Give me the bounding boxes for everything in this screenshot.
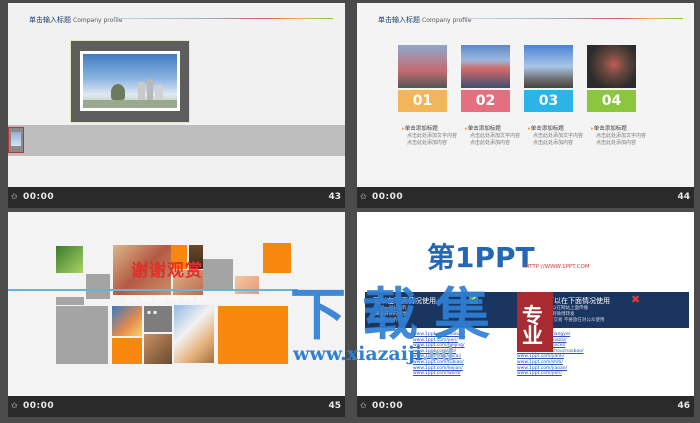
slide-number: 43 (328, 192, 341, 202)
card-photo (461, 45, 510, 88)
mosaic-photo (235, 276, 259, 294)
mosaic-tile (218, 306, 288, 364)
card-photo (587, 45, 636, 88)
slide-footer: ✩ 00:00 43 (8, 187, 345, 208)
seal-stamp: 专业 (517, 292, 553, 352)
mosaic-tile (56, 306, 108, 364)
slide-thumbnail-45[interactable]: ▪ ▪ 谢谢观赏 点击 添加 文字 说明 内容 文化 ✩ 00:00 45 (8, 212, 345, 417)
card-heading: ▸单击添加标题 (465, 126, 501, 132)
allowed-list: 一对一对分享的 来来去去的分享 来来去去的分享 (375, 306, 407, 323)
slide-canvas: 单击输入标题 Company profile 01 ▸单击添加标题 点击此处添加文… (357, 3, 694, 187)
link[interactable]: www.1ppt.com/beijing/ (413, 343, 465, 349)
mosaic-photo (56, 246, 83, 273)
card-photo (398, 45, 447, 88)
card-heading: ▸单击添加标题 (402, 126, 438, 132)
mosaic-tile: ▪ ▪ (144, 306, 172, 332)
thanks-title: 谢谢观赏 (131, 261, 203, 281)
link-column-left: www.1ppt.com/moban/ www.1ppt.com/jieri/ … (413, 332, 465, 377)
mini-photo (8, 127, 24, 153)
link[interactable]: www.1ppt.com/tubiao/ (413, 360, 465, 366)
slide-number: 44 (677, 192, 690, 202)
card-photo (524, 45, 573, 88)
card-number-block: 03 (524, 90, 573, 112)
allowed-heading: 可以在下面情况使用 (373, 297, 436, 305)
slide-canvas: 单击输入标题 Company profile (8, 3, 345, 187)
star-icon[interactable]: ✩ (360, 401, 368, 411)
slide-timing: 00:00 (372, 401, 404, 411)
link[interactable]: www.1ppt.com/word/ (413, 371, 465, 377)
mosaic-tile (263, 243, 291, 273)
card-body: 点击此处添加文字内容 点击此处添加内容 (407, 133, 458, 146)
accent-line (8, 289, 298, 291)
mosaic-photo (144, 334, 172, 364)
photo-frame (70, 40, 190, 123)
slide-title: 单击输入标题 Company profile (29, 16, 123, 24)
mosaic-tile (86, 274, 110, 299)
grey-band (8, 125, 345, 156)
slide-timing: 00:00 (372, 192, 404, 202)
city-photo (83, 54, 177, 108)
slide-canvas: 第1PPT HTTP://WWW.1PPT.COM 可以在下面情况使用 ✔ 不可… (357, 212, 694, 396)
logo-1ppt: 第1PPT (427, 241, 535, 274)
slide-timing: 00:00 (23, 192, 55, 202)
link[interactable]: www.1ppt.com/jieri/ (517, 371, 583, 377)
mosaic-tile (203, 259, 233, 289)
cross-icon: ✖ (631, 293, 641, 306)
card-heading: ▸单击添加标题 (591, 126, 627, 132)
slide-thumbnail-44[interactable]: 单击输入标题 Company profile 01 ▸单击添加标题 点击此处添加文… (357, 3, 694, 208)
slide-footer: ✩ 00:00 45 (8, 396, 345, 417)
card-body: 点击此处添加文字内容 点击此处添加内容 (533, 133, 584, 146)
title-divider (108, 18, 333, 19)
link[interactable]: www.1ppt.com/moban/ (413, 332, 465, 338)
slide-canvas: ▪ ▪ 谢谢观赏 点击 添加 文字 说明 内容 文化 (8, 212, 345, 396)
mosaic-tile (56, 297, 84, 305)
card-number-block: 01 (398, 90, 447, 112)
card-number-block: 02 (461, 90, 510, 112)
star-icon[interactable]: ✩ (11, 401, 19, 411)
star-icon[interactable]: ✩ (11, 192, 19, 202)
seal-text: 专业 (522, 304, 543, 348)
mosaic-tile (112, 338, 142, 364)
slide-title: 单击输入标题 Company profile (378, 16, 472, 24)
slide-thumbnail-43[interactable]: 单击输入标题 Company profile ✩ 00:00 43 (8, 3, 345, 208)
mosaic-photo (112, 306, 142, 336)
card-body: 点击此处添加文字内容 点击此处添加内容 (596, 133, 647, 146)
title-divider (467, 18, 683, 19)
slide-footer: ✩ 00:00 46 (357, 396, 694, 417)
slide-number: 46 (677, 401, 690, 411)
thanks-subtitle: 点击 添加 文字 说明 内容 文化 (126, 296, 208, 303)
card-heading: ▸单击添加标题 (528, 126, 564, 132)
mosaic-photo (174, 305, 214, 363)
card-body: 点击此处添加文字内容 点击此处添加内容 (470, 133, 521, 146)
slide-number: 45 (328, 401, 341, 411)
logo-url: HTTP://WWW.1PPT.COM (525, 264, 590, 270)
card-number-block: 04 (587, 90, 636, 112)
slide-footer: ✩ 00:00 44 (357, 187, 694, 208)
check-icon: ✔ (469, 295, 478, 304)
slide-timing: 00:00 (23, 401, 55, 411)
star-icon[interactable]: ✩ (360, 192, 368, 202)
slide-thumbnail-46[interactable]: 第1PPT HTTP://WWW.1PPT.COM 可以在下面情况使用 ✔ 不可… (357, 212, 694, 417)
